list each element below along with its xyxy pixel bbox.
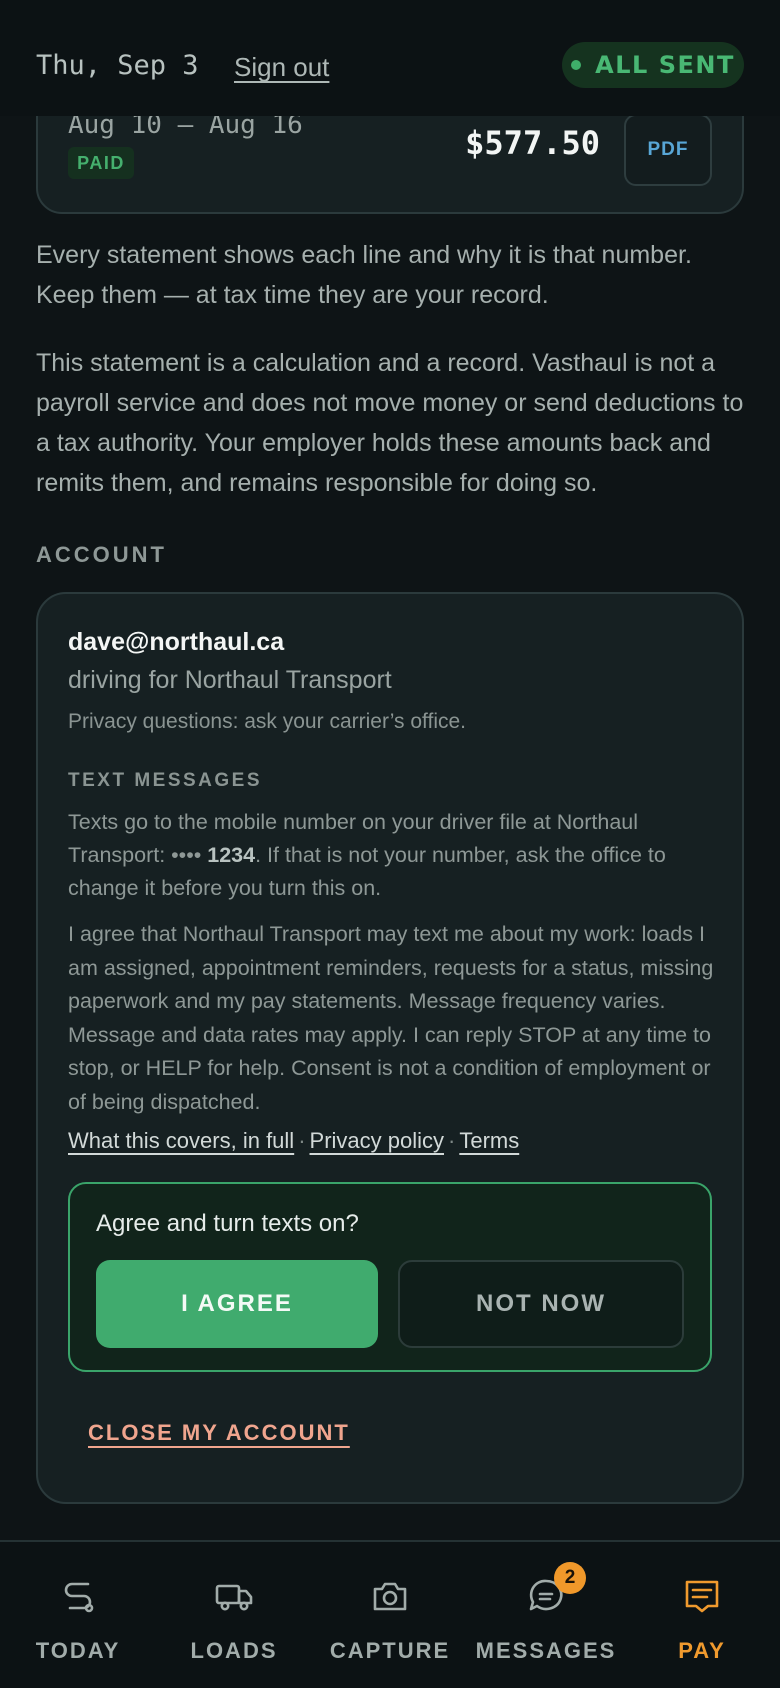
not-now-button[interactable]: NOT NOW xyxy=(398,1260,684,1348)
link-separator: · xyxy=(448,1128,456,1153)
paid-badge: PAID xyxy=(68,147,134,179)
close-account-button[interactable]: CLOSE MY ACCOUNT xyxy=(88,1420,350,1446)
sync-status-badge: ALL SENT xyxy=(562,42,744,88)
coverage-link[interactable]: What this covers, in full xyxy=(68,1128,294,1153)
route-icon xyxy=(64,1582,94,1613)
status-dot-icon xyxy=(571,60,582,70)
nav-label: PAY xyxy=(678,1638,726,1663)
account-card: dave@northaul.ca driving for Northaul Tr… xyxy=(36,592,744,1504)
camera-icon xyxy=(373,1582,407,1611)
bottom-nav: TODAY LOADS CAPTURE 2 MESSAGES PAY xyxy=(0,1540,780,1688)
link-separator: · xyxy=(298,1128,306,1153)
nav-label: LOADS xyxy=(190,1638,278,1663)
statement-info-text: Every statement shows each line and why … xyxy=(36,241,692,309)
pdf-button[interactable]: PDF xyxy=(624,114,712,186)
carrier-name: driving for Northaul Transport xyxy=(68,666,392,694)
phone-last-four: 1234 xyxy=(207,843,256,867)
sms-consent-text: I agree that Northaul Transport may text… xyxy=(68,922,714,1114)
disclaimer-text: This statement is a calculation and a re… xyxy=(36,349,744,497)
nav-label: TODAY xyxy=(35,1638,121,1663)
legal-links: What this covers, in full · Privacy policy… xyxy=(68,1128,519,1154)
sms-consent-box: Agree and turn texts on? I AGREE NOT NOW xyxy=(68,1182,712,1372)
nav-today[interactable]: TODAY xyxy=(0,1542,156,1688)
nav-messages[interactable]: 2 MESSAGES xyxy=(468,1542,624,1688)
nav-pay[interactable]: PAY xyxy=(624,1542,780,1688)
messages-badge: 2 xyxy=(554,1562,586,1594)
nav-label: MESSAGES xyxy=(475,1638,617,1663)
account-email: dave@northaul.ca xyxy=(68,628,285,656)
account-section-title: ACCOUNT xyxy=(36,542,167,567)
privacy-note: Privacy questions: ask your carrier’s of… xyxy=(68,710,466,733)
privacy-policy-link[interactable]: Privacy policy xyxy=(310,1128,444,1153)
agree-prompt: Agree and turn texts on? xyxy=(96,1210,359,1237)
current-date: Thu, Sep 3 xyxy=(36,50,199,81)
top-header: Thu, Sep 3 Sign out ALL SENT xyxy=(0,0,780,116)
nav-capture[interactable]: CAPTURE xyxy=(312,1542,468,1688)
agree-button[interactable]: I AGREE xyxy=(96,1260,378,1348)
sign-out-link[interactable]: Sign out xyxy=(234,52,329,83)
sync-status-label: ALL SENT xyxy=(595,51,735,79)
nav-label: CAPTURE xyxy=(329,1638,451,1663)
statement-amount: $577.50 xyxy=(465,124,600,162)
truck-icon xyxy=(215,1584,253,1611)
text-messages-title: TEXT MESSAGES xyxy=(68,770,263,791)
text-messages-description: Texts go to the mobile number on your dr… xyxy=(68,806,718,905)
terms-link[interactable]: Terms xyxy=(459,1128,519,1153)
receipt-icon xyxy=(685,1580,719,1613)
nav-loads[interactable]: LOADS xyxy=(156,1542,312,1688)
